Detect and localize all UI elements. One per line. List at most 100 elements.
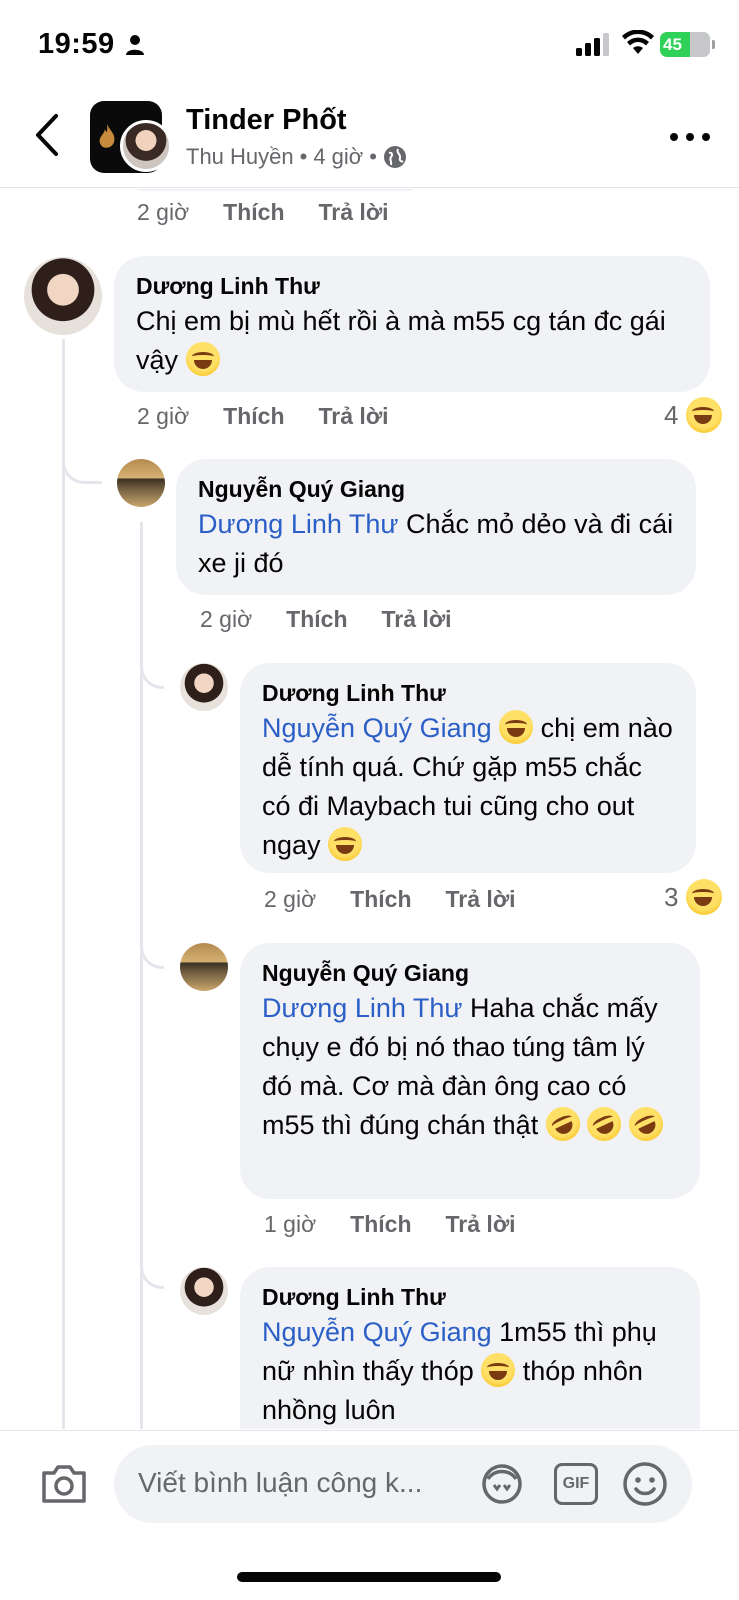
post-meta: Thu Huyền • 4 giờ • — [186, 144, 407, 170]
reaction-summary[interactable]: 4 — [664, 397, 723, 433]
camera-icon[interactable] — [40, 1463, 88, 1505]
reaction-count: 3 — [664, 881, 679, 912]
reply-button[interactable]: Trả lời — [446, 1211, 516, 1238]
person-icon — [126, 35, 144, 55]
comment-bubble[interactable]: Dương Linh Thư Chị em bị mù hết rồi à mà… — [114, 256, 710, 392]
flame-logo-icon — [99, 124, 115, 148]
comment-composer: Viết bình luận công k... GIF — [0, 1430, 739, 1540]
reply-button[interactable]: Trả lời — [319, 199, 389, 226]
comment-text: Nguyễn Quý Giang 1m55 thì phụ nữ nhìn th… — [262, 1313, 678, 1429]
chevron-left-icon[interactable] — [30, 110, 64, 160]
haha-reaction-icon — [686, 879, 723, 915]
mention-link[interactable]: Dương Linh Thư — [262, 993, 462, 1023]
comment-bubble[interactable]: Nguyễn Quý Giang Dương Linh Thư Chắc mỏ … — [176, 459, 696, 595]
thread-connector — [140, 1229, 164, 1289]
comment-author[interactable]: Dương Linh Thư — [262, 1281, 678, 1313]
laugh-emoji-icon — [185, 342, 220, 376]
comment-time: 2 giờ — [137, 199, 190, 225]
gif-icon[interactable]: GIF — [554, 1463, 598, 1505]
mention-link[interactable]: Nguyễn Quý Giang — [262, 713, 492, 743]
meta-separator-2: • — [369, 144, 377, 169]
comment-text-content: chị em — [540, 713, 621, 743]
more-dot — [702, 133, 710, 141]
thread-connector — [140, 629, 164, 689]
laugh-emoji-icon — [499, 710, 534, 744]
thread-connector — [140, 909, 164, 969]
comment-author[interactable]: Nguyễn Quý Giang — [198, 473, 674, 505]
like-button[interactable]: Thích — [223, 403, 284, 430]
comment-text-content: thóp — [522, 1356, 576, 1386]
home-indicator[interactable] — [237, 1572, 501, 1582]
comment-input-placeholder: Viết bình luận công k... — [138, 1467, 423, 1498]
meta-separator: • — [299, 144, 308, 169]
reaction-count: 4 — [664, 399, 679, 430]
comment-input[interactable]: Viết bình luận công k... GIF — [114, 1445, 692, 1523]
battery-indicator: 45 — [660, 32, 715, 57]
comment-author[interactable]: Dương Linh Thư — [262, 677, 674, 709]
rofl-emoji-icon — [581, 1101, 627, 1147]
rofl-emoji-icon — [623, 1101, 669, 1147]
more-dot — [670, 133, 678, 141]
author-avatar[interactable] — [120, 120, 172, 172]
more-dot — [686, 133, 694, 141]
reply-button[interactable]: Trả lời — [446, 886, 516, 913]
post-header: Tinder Phốt Thu Huyền • 4 giờ • — [0, 92, 739, 188]
reaction-summary[interactable]: 3 — [664, 879, 723, 915]
laugh-emoji-icon — [481, 1353, 516, 1387]
group-title[interactable]: Tinder Phốt — [186, 104, 347, 137]
status-bar: 19:59 45 — [0, 0, 739, 90]
comment-time: 2 giờ — [200, 606, 253, 632]
avatar[interactable] — [180, 663, 228, 711]
cellular-signal-icon — [576, 33, 609, 56]
wifi-icon — [622, 30, 654, 54]
comment-author[interactable]: Nguyễn Quý Giang — [262, 957, 678, 989]
battery-level: 45 — [663, 34, 682, 54]
comment-text-content: 1m55 thì — [499, 1317, 605, 1347]
like-button[interactable]: Thích — [350, 886, 411, 913]
comment-text-content: Haha chắc — [469, 993, 600, 1023]
avatar[interactable] — [117, 459, 165, 507]
more-options-button[interactable] — [670, 122, 710, 152]
avatar-sticker-icon[interactable] — [480, 1463, 524, 1505]
battery-cap — [712, 40, 715, 49]
status-time: 19:59 — [38, 28, 115, 60]
previous-comment-bubble-edge — [130, 189, 420, 191]
comments-feed[interactable]: 2 giờ Thích Trả lời Dương Linh Thư Chị e… — [0, 189, 739, 1429]
previous-comment-actions: 2 giờ Thích Trả lời — [137, 199, 389, 226]
avatar[interactable] — [24, 257, 102, 335]
comment-author[interactable]: Dương Linh Thư — [136, 270, 688, 302]
comment-bubble[interactable]: Nguyễn Quý Giang Dương Linh Thư Haha chắ… — [240, 943, 700, 1199]
comment-actions: 2 giờ Thích Trả lời — [264, 886, 516, 913]
mention-link[interactable]: Nguyễn Quý Giang — [262, 1317, 492, 1347]
like-button[interactable]: Thích — [223, 199, 284, 226]
avatar[interactable] — [180, 1267, 228, 1315]
reply-button[interactable]: Trả lời — [382, 606, 452, 633]
comment-time: 2 giờ — [137, 403, 190, 429]
battery-empty-part — [690, 32, 710, 57]
post-author[interactable]: Thu Huyền — [186, 144, 294, 170]
comment-text: Chị em bị mù hết rồi à mà m55 cg tán đc … — [136, 302, 688, 380]
like-button[interactable]: Thích — [286, 606, 347, 633]
smile-icon[interactable] — [622, 1461, 668, 1507]
thread-line-main — [62, 339, 65, 1429]
comment-actions: 2 giờ Thích Trả lời — [137, 403, 389, 430]
haha-reaction-icon — [686, 397, 723, 433]
post-time: 4 giờ — [313, 144, 364, 169]
comment-text: Nguyễn Quý Giang chị em nào dễ tính quá.… — [262, 709, 674, 865]
comment-text: Dương Linh Thư Chắc mỏ dẻo và đi cái xe … — [198, 505, 674, 583]
avatar[interactable] — [180, 943, 228, 991]
rofl-emoji-icon — [540, 1101, 586, 1147]
reply-button[interactable]: Trả lời — [319, 403, 389, 430]
comment-text: Dương Linh Thư Haha chắc mấy chụy e đó b… — [262, 989, 678, 1147]
comment-time: 1 giờ — [264, 1211, 317, 1237]
comment-bubble[interactable]: Dương Linh Thư Nguyễn Quý Giang chị em n… — [240, 663, 696, 873]
comment-bubble[interactable]: Dương Linh Thư Nguyễn Quý Giang 1m55 thì… — [240, 1267, 700, 1429]
comment-time: 2 giờ — [264, 886, 317, 912]
like-button[interactable]: Thích — [350, 1211, 411, 1238]
thread-connector — [62, 339, 102, 484]
globe-icon — [383, 146, 406, 168]
laugh-emoji-icon — [328, 827, 363, 861]
comment-actions: 2 giờ Thích Trả lời — [200, 606, 452, 633]
comment-actions: 1 giờ Thích Trả lời — [264, 1211, 516, 1238]
mention-link[interactable]: Dương Linh Thư — [198, 509, 398, 539]
